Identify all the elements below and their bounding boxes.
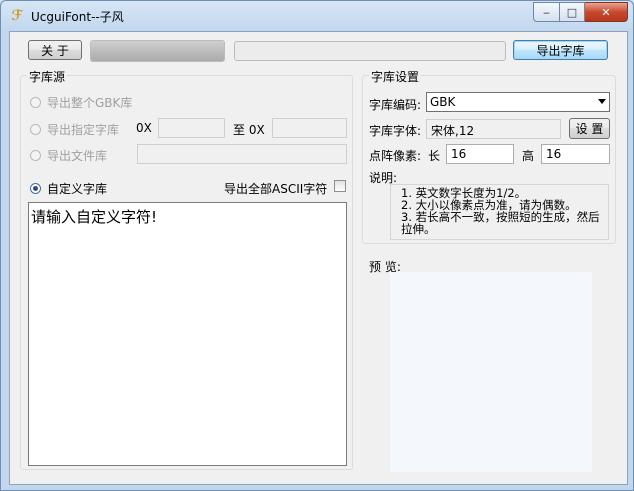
- encoding-label: 字库编码:: [369, 98, 422, 112]
- close-icon: ✕: [601, 5, 611, 19]
- radio-export-gbk[interactable]: 导出整个GBK库: [30, 94, 132, 111]
- caption-buttons: ‒ □ ✕: [533, 2, 628, 22]
- width-label: 长: [428, 149, 441, 163]
- width-input[interactable]: 16: [446, 144, 514, 164]
- file-path-input[interactable]: [137, 144, 347, 164]
- preview-canvas: [390, 272, 592, 472]
- radio-gbk-circle: [30, 97, 41, 108]
- export-font-button[interactable]: 导出字库: [513, 40, 608, 60]
- chevron-down-icon: [598, 99, 606, 104]
- radio-range-circle: [30, 124, 41, 135]
- radio-export-file[interactable]: 导出文件库: [30, 147, 107, 164]
- radio-range-label: 导出指定字库: [47, 123, 120, 137]
- minimize-button[interactable]: ‒: [533, 2, 560, 22]
- range-to-input[interactable]: [272, 118, 347, 138]
- about-button[interactable]: 关 于: [28, 40, 82, 60]
- radio-file-label: 导出文件库: [47, 149, 108, 163]
- height-input[interactable]: 16: [541, 144, 610, 164]
- custom-chars-textarea[interactable]: 请输入自定义字符!: [28, 202, 347, 466]
- font-display: 宋体,12: [426, 119, 561, 139]
- radio-export-range[interactable]: 导出指定字库: [30, 121, 119, 138]
- app-window: ℱ UcguiFont--子风 ‒ □ ✕ 关 于 导出字库 字库源 导出整个G…: [0, 0, 634, 491]
- radio-file-circle: [30, 150, 41, 161]
- range-from-input[interactable]: [158, 118, 225, 138]
- height-label: 高: [522, 149, 535, 163]
- pixel-size-label: 点阵像素:: [369, 149, 422, 163]
- notes-box: 1. 英文数字长度为1/2。 2. 大小以像素点为准，请为偶数。 3. 若长高不…: [390, 184, 609, 240]
- radio-gbk-label: 导出整个GBK库: [47, 96, 133, 110]
- export-progress-bar: [90, 40, 225, 62]
- status-progress-bar: [234, 41, 506, 61]
- app-icon: ℱ: [11, 8, 23, 24]
- settings-group-label: 字库设置: [369, 68, 422, 85]
- encoding-select[interactable]: GBK: [426, 92, 610, 112]
- font-label: 字库字体:: [369, 124, 422, 138]
- window-title: UcguiFont--子风: [31, 10, 124, 24]
- radio-custom-circle: [30, 183, 41, 194]
- encoding-value: GBK: [430, 95, 456, 109]
- font-set-button[interactable]: 设 置: [569, 118, 610, 139]
- client-area: 关 于 导出字库 字库源 导出整个GBK库 导出指定字库 0X 至 0X 导出文…: [9, 31, 628, 485]
- maximize-icon: □: [566, 5, 578, 19]
- note-line: 3. 若长高不一致，按照短的生成，然后拉伸。: [401, 210, 600, 236]
- ascii-checkbox[interactable]: [334, 180, 346, 192]
- close-button[interactable]: ✕: [585, 2, 628, 22]
- minimize-icon: ‒: [543, 5, 550, 19]
- source-group-label: 字库源: [27, 68, 68, 85]
- maximize-button[interactable]: □: [560, 2, 585, 22]
- range-from-prefix: 0X: [136, 121, 152, 135]
- title-bar[interactable]: ℱ UcguiFont--子风 ‒ □ ✕: [1, 1, 633, 31]
- ascii-checkbox-label: 导出全部ASCII字符: [224, 182, 328, 196]
- range-to-label: 至 0X: [233, 123, 265, 137]
- radio-custom-font[interactable]: 自定义字库: [30, 180, 107, 197]
- radio-custom-label: 自定义字库: [47, 182, 108, 196]
- progress-fill: [91, 41, 224, 61]
